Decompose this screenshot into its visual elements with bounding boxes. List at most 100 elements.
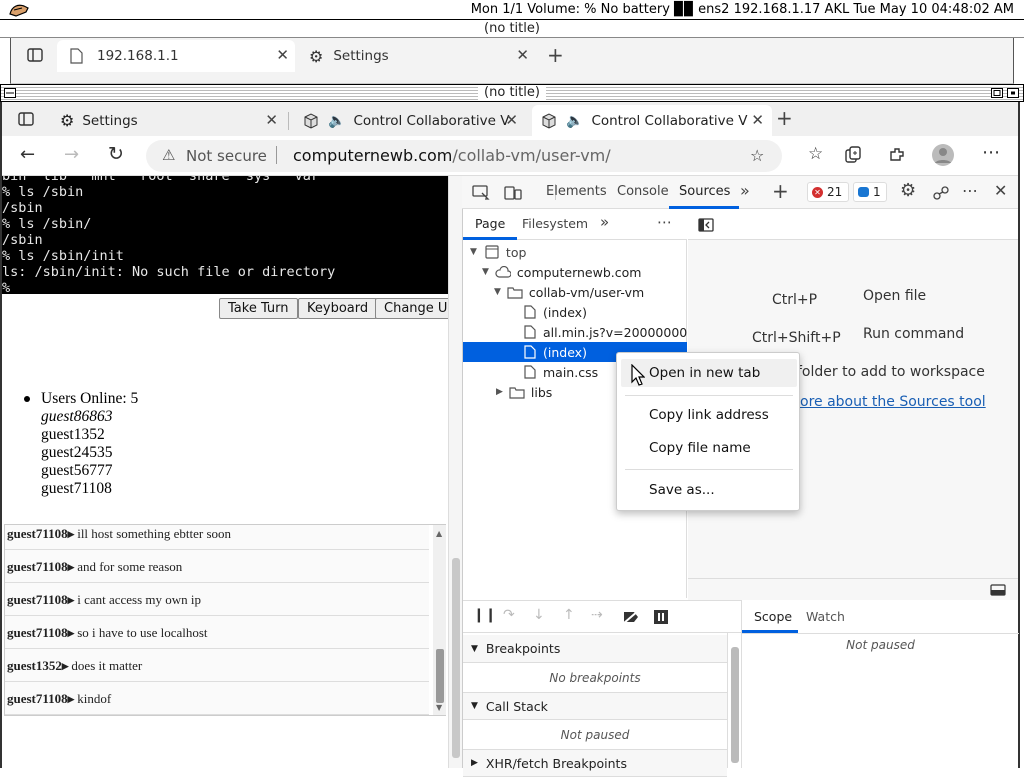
add-favorite-icon[interactable]: ☆ [750,146,764,165]
menu-save-as[interactable]: Save as... [649,482,715,498]
tree-node-top[interactable]: ▼ top [470,242,526,262]
window1-tab-settings[interactable]: ⚙ Settings ✕ [307,40,535,72]
tree-node-file-selected[interactable]: (index) [524,342,587,362]
keyboard-button[interactable]: Keyboard [298,298,378,319]
speaker-icon[interactable]: 🔈 [566,113,583,129]
collections-icon[interactable] [844,146,862,164]
call-stack-section-header[interactable]: ▼ Call Stack [463,692,727,720]
iconify-icon[interactable] [1007,88,1019,98]
close-tab-icon[interactable]: ✕ [751,111,764,129]
tab-elements[interactable]: Elements [546,184,607,199]
window1-tab-router[interactable]: 192.168.1.1 ✕ [57,40,295,72]
warning-icon[interactable]: ⚠ [162,146,175,164]
url-text[interactable]: computernewb.com/collab-vm/user-vm/ [293,146,611,165]
tree-node-file[interactable]: (index) [524,302,587,322]
tab-watch[interactable]: Watch [806,609,845,624]
expand-arrow-icon[interactable]: ▼ [471,701,478,711]
new-tab-icon[interactable]: + [547,43,564,67]
menu-copy-link-address[interactable]: Copy link address [649,407,769,423]
tab-collabvm-2[interactable]: 🔈 Control Collaborative V ✕ [532,105,772,136]
page-scroll-thumb[interactable] [452,558,460,758]
maximize-icon[interactable] [991,88,1003,98]
expand-arrow-icon[interactable]: ▼ [482,267,489,277]
window-manager-logo-icon[interactable] [8,2,30,18]
tree-node-libs[interactable]: ▶ libs [496,382,552,402]
toggle-debugger-icon[interactable] [990,584,1006,596]
navigator-menu-icon[interactable]: ⋯ [657,213,672,231]
take-turn-button[interactable]: Take Turn [219,298,298,319]
scroll-up-icon[interactable]: ▲ [436,529,442,538]
close-tab-icon[interactable]: ✕ [505,111,518,129]
menu-copy-file-name[interactable]: Copy file name [649,440,751,456]
deactivate-breakpoints-icon[interactable] [623,610,639,624]
tab-collabvm-1[interactable]: 🔈 Control Collaborative V ✕ [294,105,526,136]
close-tab-icon[interactable]: ✕ [516,46,529,64]
debugger-scrollbar[interactable] [727,633,741,768]
tab-console[interactable]: Console [617,184,669,199]
info-count-badge[interactable]: 1 [853,182,887,202]
chat-panel[interactable]: guest71108▸ ill host something ebtter soo… [4,524,446,716]
chat-scrollbar[interactable]: ▲ ▼ [433,525,446,715]
tab-sources[interactable]: Sources [679,184,730,199]
step-out-icon[interactable]: ↑ [563,607,575,623]
profile-avatar[interactable] [931,143,955,167]
connect-icon[interactable] [932,184,950,202]
pause-on-exceptions-icon[interactable] [653,609,669,625]
chat-scroll-thumb[interactable] [436,649,444,703]
add-tool-icon[interactable]: + [772,179,789,203]
favorites-icon[interactable]: ☆ [808,144,823,164]
expand-arrow-icon[interactable]: ▼ [471,644,478,654]
close-tab-icon[interactable]: ✕ [265,111,278,129]
window2-titlebar[interactable]: (no title) [0,84,1024,102]
device-emulation-icon[interactable] [504,185,522,201]
tree-node-folder[interactable]: ▼ collab-vm/user-vm [494,282,644,302]
tree-node-domain[interactable]: ▼ computernewb.com [482,262,641,282]
page-scrollbar[interactable] [448,176,462,768]
tab-label: Control Collaborative V [591,112,748,129]
subtab-page[interactable]: Page [475,216,505,231]
expand-arrow-icon[interactable]: ▼ [494,287,501,297]
close-tab-icon[interactable]: ✕ [276,46,289,64]
extensions-icon[interactable] [888,146,906,164]
menu-open-in-new-tab[interactable]: Open in new tab [649,365,760,381]
xhr-breakpoints-section-header[interactable]: ▶ XHR/fetch Breakpoints [463,749,727,777]
toggle-navigator-icon[interactable] [698,218,714,232]
speaker-icon[interactable]: 🔈 [328,113,345,129]
breakpoints-section-header[interactable]: ▼ Breakpoints [463,635,727,663]
url-bar[interactable]: ⚠ Not secure computernewb.com/collab-vm/… [146,140,782,172]
new-tab-icon[interactable]: + [776,106,793,130]
more-tabs-icon[interactable]: » [740,181,750,200]
close-devtools-icon[interactable]: ✕ [994,181,1007,200]
pause-icon[interactable]: ❙❙ [473,607,496,623]
change-username-button[interactable]: Change Us [375,298,448,319]
error-count-badge[interactable]: ✕ 21 [807,182,849,202]
tab-scope[interactable]: Scope [754,609,792,624]
tab-actions-icon[interactable] [18,112,34,126]
settings-gear-icon[interactable]: ⚙ [900,180,916,201]
step-icon[interactable]: ⇢ [591,607,603,623]
reload-icon[interactable]: ↻ [108,143,124,165]
tree-node-file[interactable]: main.css [524,362,598,382]
debugger-scroll-thumb[interactable] [731,647,739,763]
window-menu-icon[interactable] [4,88,16,98]
tree-node-file[interactable]: all.min.js?v=20000000059 [524,322,711,342]
expand-arrow-icon[interactable]: ▼ [470,247,477,257]
inspect-icon[interactable] [472,185,490,201]
learn-more-link[interactable]: ore about the Sources tool [800,394,986,410]
tab-settings[interactable]: ⚙ Settings ✕ [52,105,286,136]
security-label[interactable]: Not secure [186,147,267,165]
window1-titlebar[interactable]: (no title) [0,20,1024,38]
more-subtabs-icon[interactable]: » [600,213,609,231]
tab-actions-icon[interactable] [27,48,43,62]
back-icon[interactable]: ← [20,144,35,165]
forward-icon[interactable]: → [64,144,79,165]
step-into-icon[interactable]: ↓ [533,607,545,623]
vm-screen[interactable]: bin lib mnt root share sys var% ls /sbin… [2,176,448,294]
collapse-arrow-icon[interactable]: ▶ [496,387,503,397]
step-over-icon[interactable]: ↷ [503,607,515,623]
subtab-filesystem[interactable]: Filesystem [522,216,588,231]
more-menu-icon[interactable]: ⋯ [982,142,1000,163]
devtools-more-icon[interactable]: ⋯ [962,181,978,200]
collapse-arrow-icon[interactable]: ▶ [471,758,478,768]
scroll-down-icon[interactable]: ▼ [436,703,442,712]
